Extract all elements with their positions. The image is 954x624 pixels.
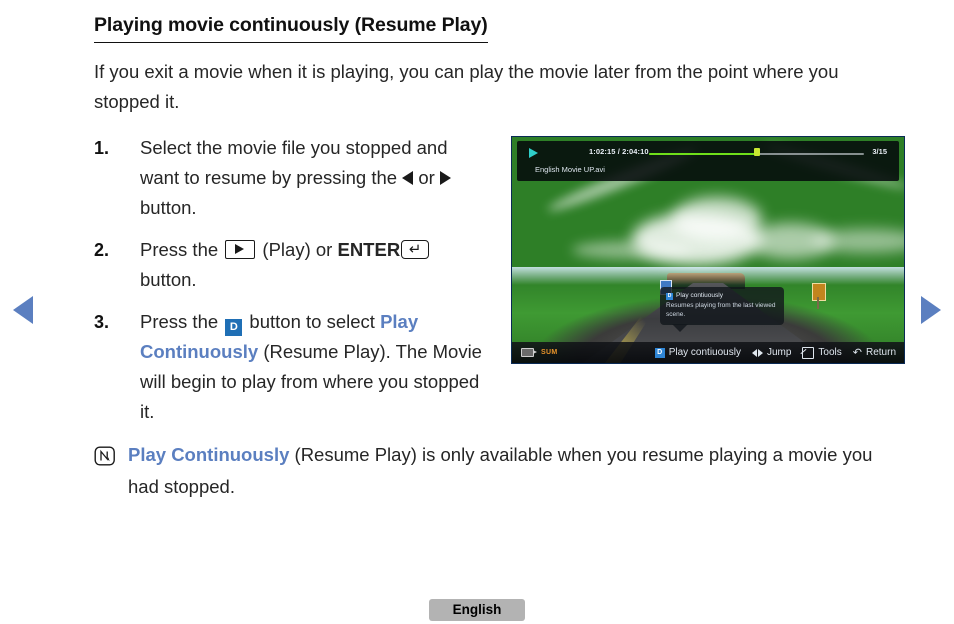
intro-paragraph: If you exit a movie when it is playing, … (94, 61, 839, 112)
step-number: 2. (94, 240, 110, 260)
step2-enter-label: ENTER (337, 239, 401, 260)
action-label: Jump (766, 347, 792, 358)
yellow-road-sign (812, 283, 826, 301)
tools-icon (802, 346, 815, 359)
action-tools[interactable]: Tools (802, 346, 842, 359)
steps-list: 1. Select the movie file you stopped and… (94, 133, 872, 503)
right-arrow-icon (439, 171, 451, 185)
step2-text-d: button. (140, 269, 197, 290)
usb-device-icon (521, 348, 537, 357)
playback-time: 1:02:15 / 2:04:10 (589, 147, 649, 156)
d-button-icon: D (666, 293, 673, 300)
step-number: 1. (94, 138, 110, 158)
tooltip-title: Play contiuously (676, 292, 723, 299)
tooltip-pointer (672, 324, 688, 332)
step3-text-b: button to select (244, 311, 381, 332)
page-title: Playing movie continuously (Resume Play) (94, 0, 488, 43)
step-text: Select the movie file you stopped and wa… (140, 133, 490, 223)
sign-post (817, 297, 819, 309)
progress-bar-fill (649, 153, 757, 155)
cloud (748, 223, 834, 259)
list-item: 1. Select the movie file you stopped and… (94, 133, 494, 223)
tv-screenshot: 1:02:15 / 2:04:10 3/15 English Movie UP.… (511, 136, 905, 364)
osd-action-list: D Play contiuously Jump Tools ↶ Return (654, 345, 896, 359)
action-label: Return (865, 347, 896, 358)
next-page-arrow-icon[interactable] (921, 296, 941, 324)
action-label: Tools (818, 347, 842, 358)
tooltip-popup: D Play contiuously Resumes playing from … (660, 287, 784, 332)
action-label: Play contiuously (668, 347, 741, 358)
note-pencil-icon (94, 446, 128, 468)
step-text: Press the (Play) or ENTER ↵ button. (140, 235, 490, 295)
step2-text-a: Press the (140, 239, 224, 260)
note-text: Play Continuously (Resume Play) is only … (128, 439, 884, 503)
source-label: SUM (541, 349, 558, 356)
step-number: 3. (94, 312, 110, 332)
action-jump[interactable]: Jump (751, 347, 792, 358)
step3-text-a: Press the (140, 311, 224, 332)
player-osd-panel: 1:02:15 / 2:04:10 3/15 English Movie UP.… (517, 141, 899, 181)
play-key-icon (225, 240, 256, 259)
file-counter: 3/15 (872, 147, 887, 156)
return-arrow-icon: ↶ (852, 345, 862, 359)
progress-bar[interactable] (649, 148, 864, 156)
action-play-continuously[interactable]: D Play contiuously (654, 347, 741, 358)
action-return[interactable]: ↶ Return (852, 345, 896, 359)
list-item: 3. Press the D button to select Play Con… (94, 307, 494, 427)
step1-text-b: or (413, 167, 440, 188)
step-text: Press the D button to select Play Contin… (140, 307, 490, 427)
d-button-icon: D (654, 347, 665, 358)
progress-bar-thumb[interactable] (753, 148, 760, 156)
play-status-icon (529, 148, 538, 158)
current-filename: English Movie UP.avi (535, 165, 605, 174)
cloud (672, 197, 762, 241)
d-button-badge-icon: D (225, 319, 243, 336)
previous-page-arrow-icon[interactable] (13, 296, 33, 324)
language-footer-badge: English (429, 599, 525, 621)
step1-text-c: button. (140, 197, 197, 218)
playback-status-row: 1:02:15 / 2:04:10 3/15 (517, 141, 899, 163)
list-item: 2. Press the (Play) or ENTER ↵ button. (94, 235, 494, 295)
tooltip-header: D Play contiuously (666, 292, 778, 300)
note-block: Play Continuously (Resume Play) is only … (94, 439, 884, 503)
step2-text-b: (Play) or (257, 239, 338, 260)
osd-bottom-bar: SUM D Play contiuously Jump Tools ↶ Retu… (512, 342, 904, 363)
note-highlight-link[interactable]: Play Continuously (128, 444, 289, 465)
enter-key-icon: ↵ (401, 240, 430, 259)
left-right-arrows-icon (751, 348, 763, 357)
tooltip-body: Resumes playing from the last viewed sce… (666, 302, 776, 318)
left-arrow-icon (402, 171, 414, 185)
